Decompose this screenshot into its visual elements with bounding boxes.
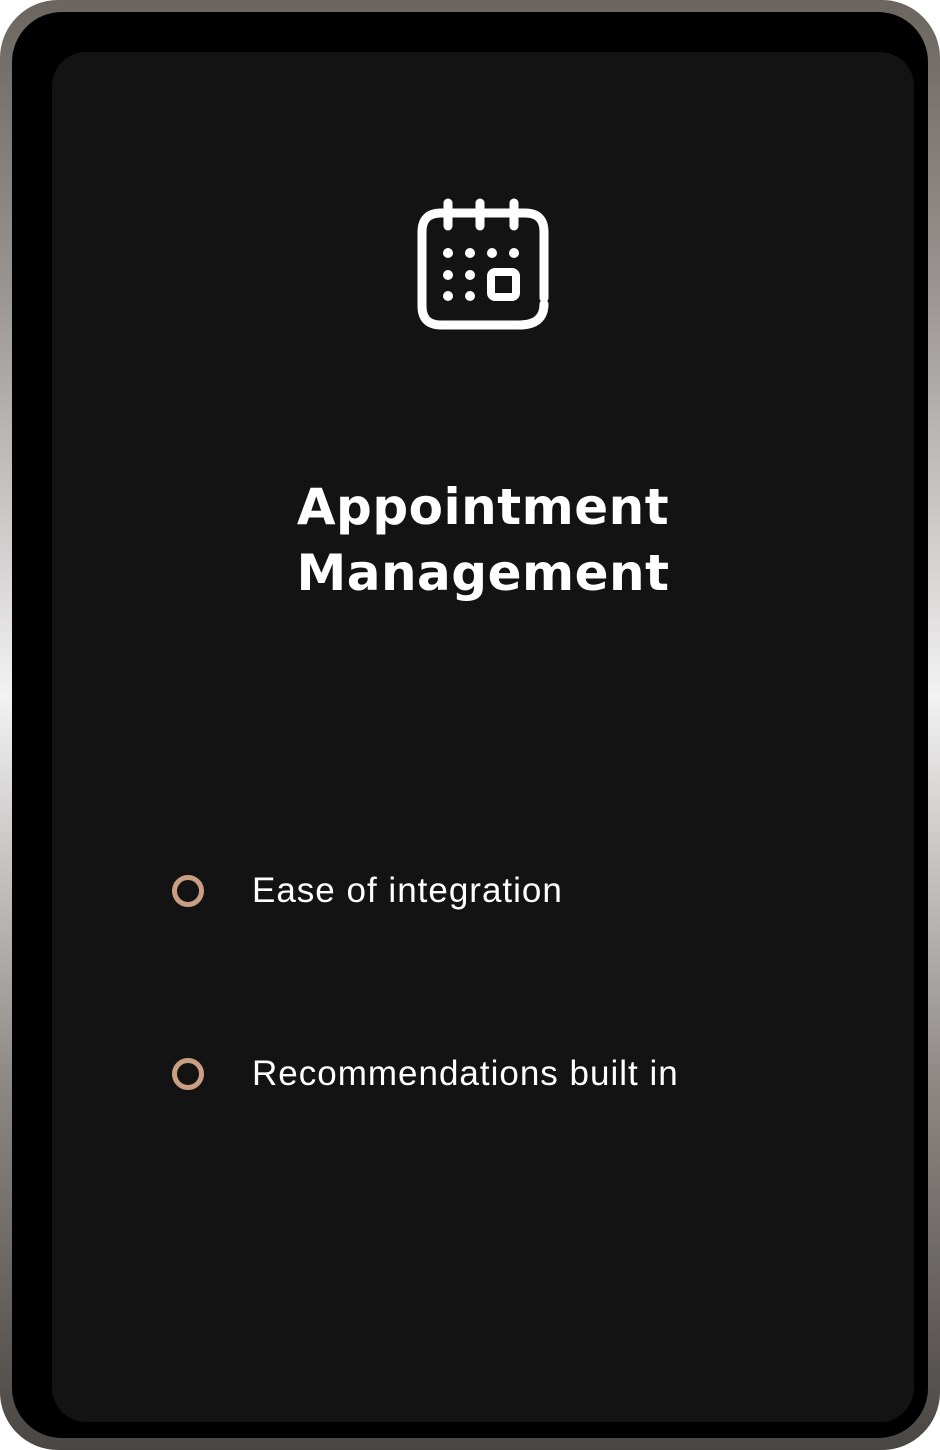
device-bezel: Appointment Management Ease of integrati… bbox=[12, 12, 928, 1438]
card-title-line-2: Management bbox=[296, 544, 670, 602]
ring-bullet-icon bbox=[172, 1058, 204, 1090]
feature-label: Ease of integration bbox=[252, 871, 563, 910]
feature-card: Appointment Management Ease of integrati… bbox=[52, 52, 914, 1422]
card-title: Appointment Management bbox=[52, 474, 914, 606]
feature-label: Recommendations built in bbox=[252, 1054, 679, 1093]
device-frame: Appointment Management Ease of integrati… bbox=[0, 0, 940, 1450]
feature-item-ease-of-integration: Ease of integration bbox=[172, 866, 563, 916]
ring-bullet-icon bbox=[172, 875, 204, 907]
feature-item-recommendations: Recommendations built in bbox=[172, 1049, 679, 1099]
card-title-line-1: Appointment bbox=[296, 478, 670, 536]
calendar-icon bbox=[417, 198, 549, 330]
